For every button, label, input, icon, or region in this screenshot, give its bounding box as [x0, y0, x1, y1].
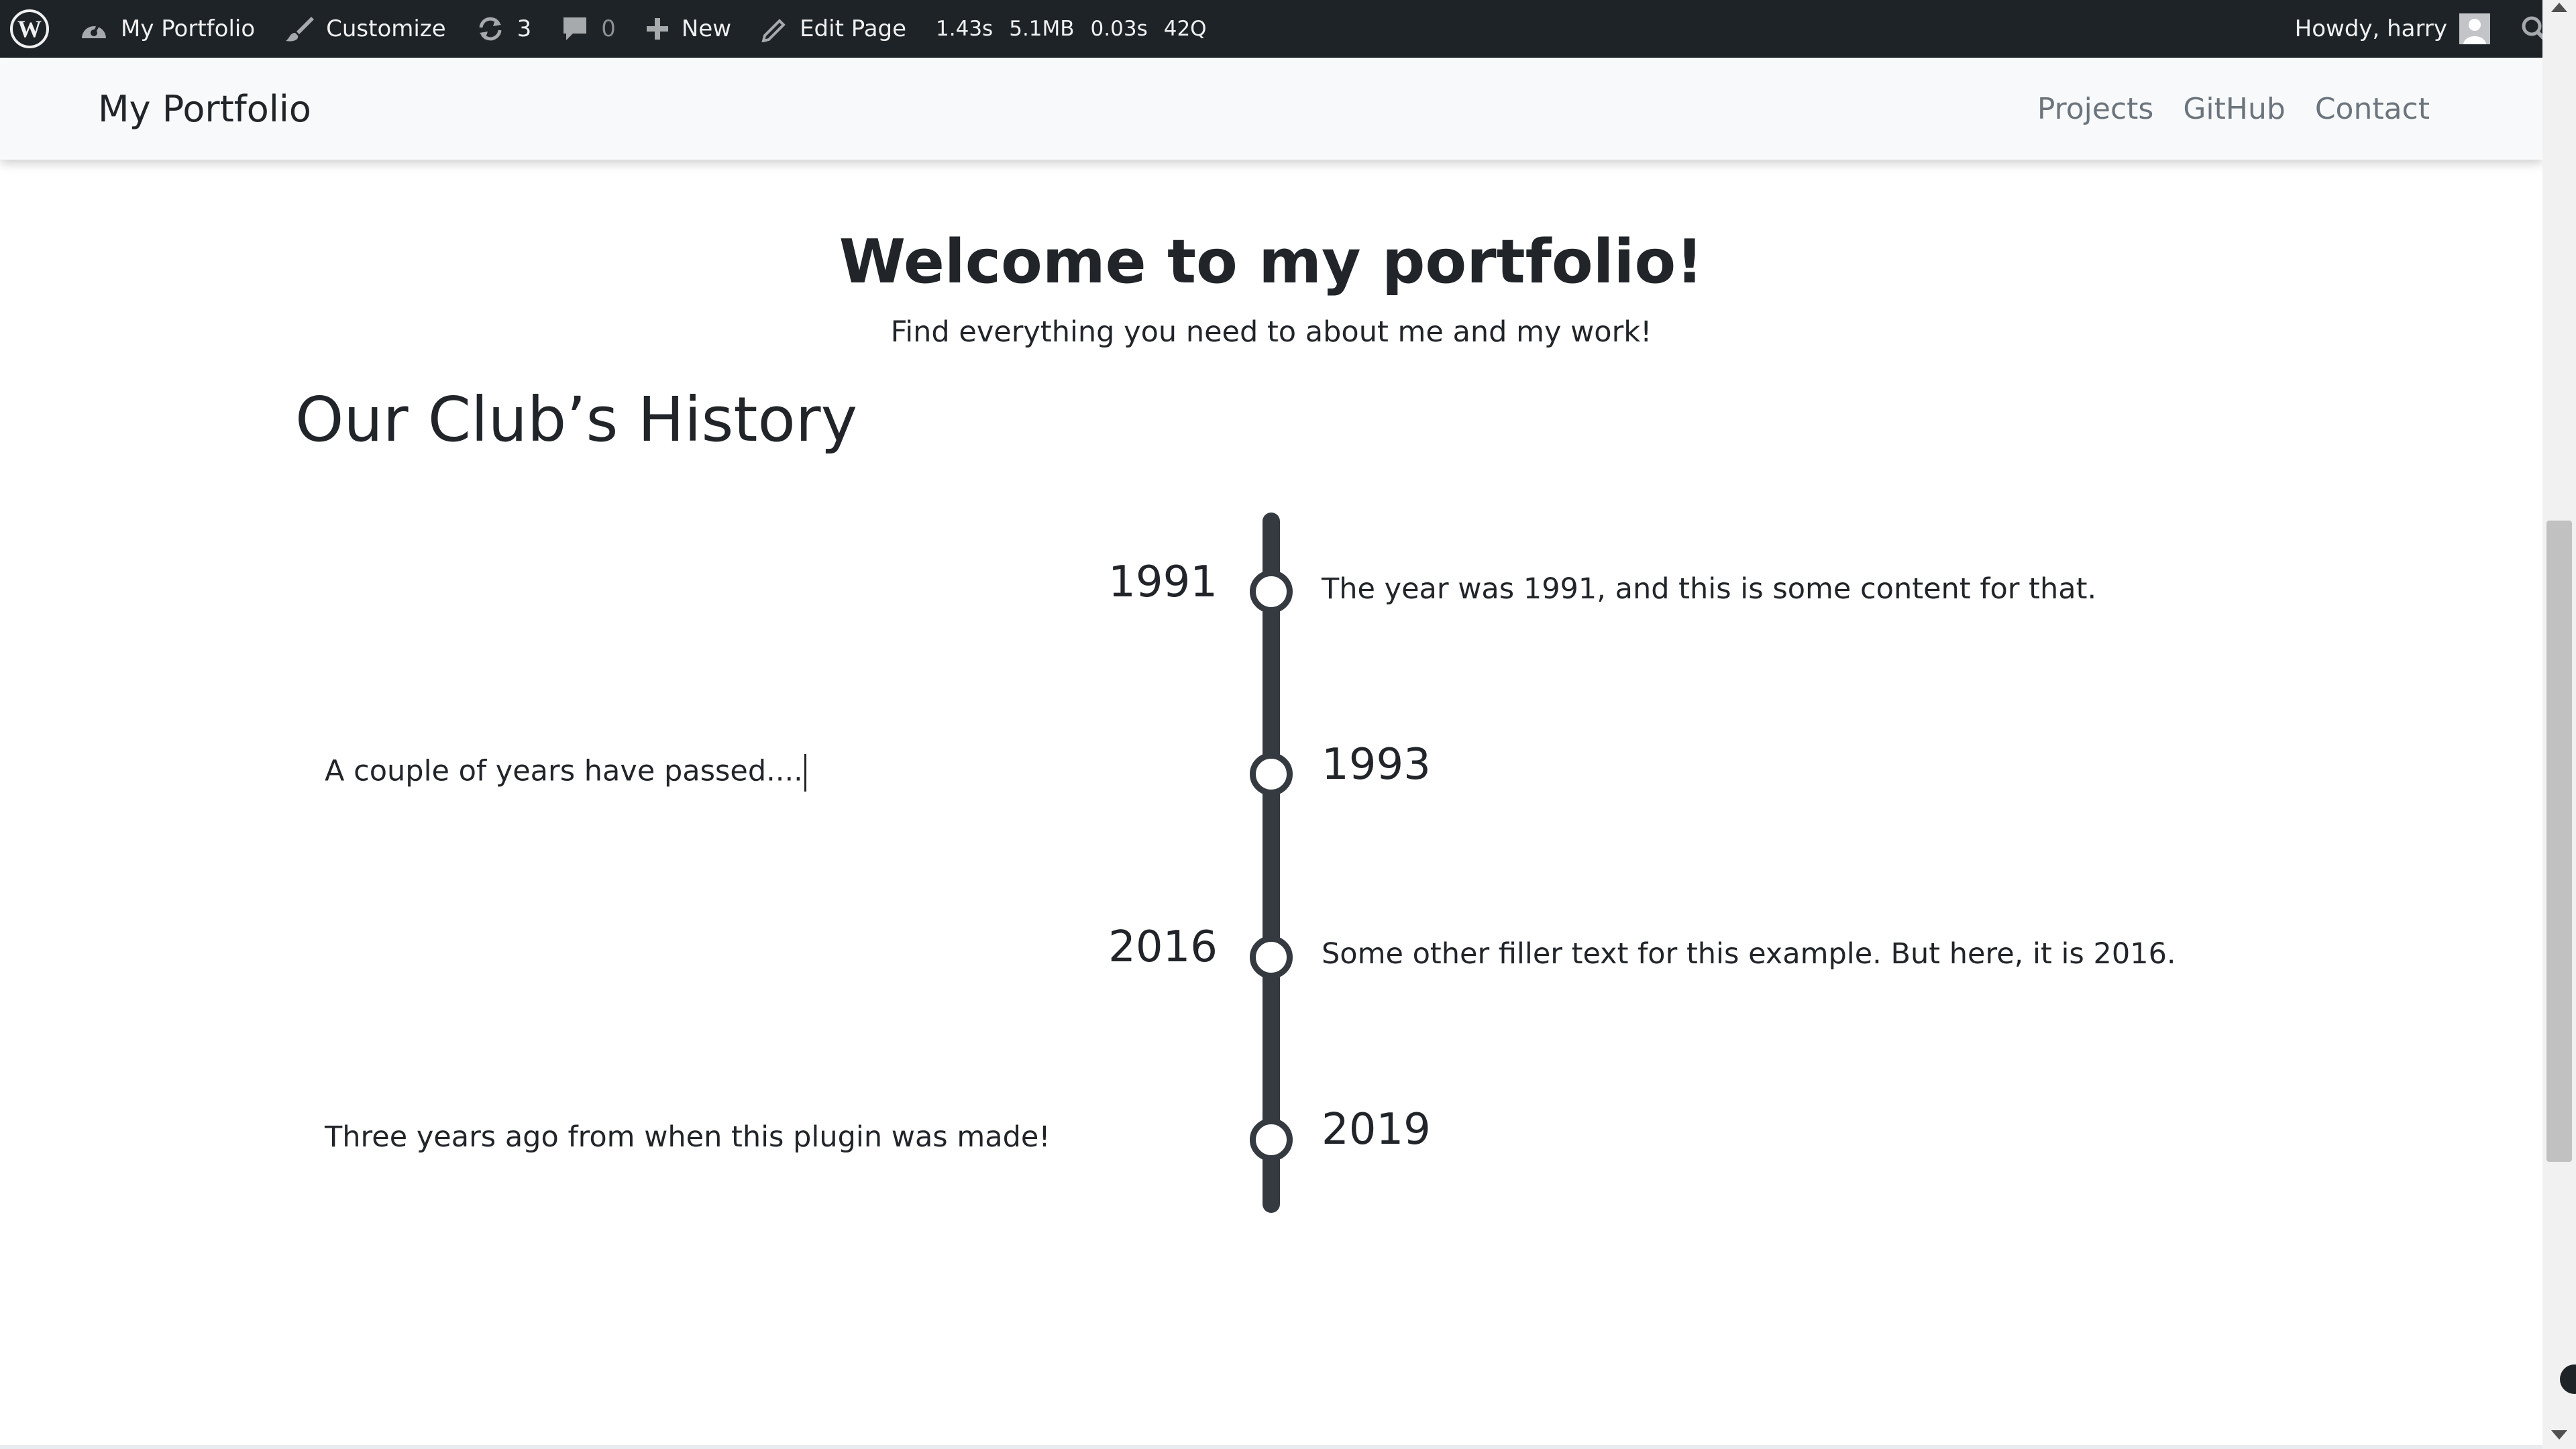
- scrollbar-thumb[interactable]: [2546, 521, 2572, 1162]
- site-name-menu[interactable]: My Portfolio: [64, 0, 270, 58]
- plus-icon: [645, 17, 669, 41]
- site-name-label: My Portfolio: [121, 15, 256, 42]
- section-title: Our Club’s History: [295, 384, 858, 455]
- timeline-node: [1250, 936, 1293, 979]
- text-cursor: [804, 754, 806, 792]
- paintbrush-icon: [284, 14, 315, 44]
- updates-link[interactable]: 3: [461, 0, 547, 58]
- dashboard-icon: [79, 15, 109, 42]
- nav-contact[interactable]: Contact: [2315, 92, 2430, 126]
- vertical-scrollbar[interactable]: [2542, 0, 2576, 1449]
- svg-text:W: W: [17, 15, 42, 42]
- timeline-text: A couple of years have passed....: [325, 754, 803, 788]
- edit-page-label: Edit Page: [800, 15, 907, 42]
- updates-icon: [476, 14, 505, 44]
- query-monitor-stats[interactable]: 1.43s 5.1MB 0.03s 42Q: [921, 0, 1222, 58]
- qm-memory: 5.1MB: [1009, 17, 1075, 41]
- my-account-menu[interactable]: Howdy, harry: [2280, 0, 2505, 58]
- timeline-text-editing[interactable]: A couple of years have passed....: [325, 754, 806, 792]
- new-label: New: [681, 15, 732, 42]
- edit-page-link[interactable]: Edit Page: [746, 0, 921, 58]
- new-content-menu[interactable]: New: [631, 0, 746, 58]
- customize-label: Customize: [326, 15, 446, 42]
- admin-bar: W My Portfolio Customize 3 0 New Edit Pa…: [0, 0, 2576, 58]
- comments-link[interactable]: 0: [546, 0, 631, 58]
- pencil-icon: [761, 15, 788, 42]
- avatar: [2459, 13, 2490, 44]
- comment-icon: [561, 15, 589, 43]
- timeline-year: 1993: [1322, 740, 1431, 790]
- timeline-text: Some other filler text for this example.…: [1322, 937, 2176, 971]
- main-nav: Projects GitHub Contact: [2008, 92, 2430, 126]
- qm-time: 1.43s: [936, 17, 994, 41]
- nav-github[interactable]: GitHub: [2183, 92, 2285, 126]
- customize-link[interactable]: Customize: [270, 0, 460, 58]
- page-subtitle: Find everything you need to about me and…: [890, 315, 1652, 349]
- page-bottom-edge: [0, 1445, 2542, 1449]
- scroll-down-arrow-icon[interactable]: [2551, 1430, 2567, 1440]
- comments-count: 0: [601, 15, 616, 42]
- scroll-up-arrow-icon[interactable]: [2551, 3, 2567, 12]
- timeline-text: The year was 1991, and this is some cont…: [1322, 572, 2097, 606]
- qm-db-time: 0.03s: [1090, 17, 1148, 41]
- howdy-label: Howdy, harry: [2294, 15, 2447, 42]
- timeline-node: [1250, 1118, 1293, 1161]
- timeline-line: [1263, 513, 1280, 1213]
- page-title: Welcome to my portfolio!: [839, 227, 1704, 297]
- site-brand[interactable]: My Portfolio: [98, 88, 311, 130]
- qm-queries: 42Q: [1163, 17, 1207, 41]
- timeline-node: [1250, 753, 1293, 796]
- timeline-year: 2016: [1108, 922, 1218, 972]
- site-header: My Portfolio Projects GitHub Contact: [0, 58, 2542, 160]
- wordpress-logo-icon[interactable]: W: [0, 0, 64, 58]
- timeline-text: Three years ago from when this plugin wa…: [325, 1120, 1051, 1154]
- nav-projects[interactable]: Projects: [2037, 92, 2153, 126]
- updates-count: 3: [517, 15, 532, 42]
- timeline-node: [1250, 570, 1293, 613]
- timeline-year: 1991: [1108, 557, 1218, 607]
- timeline-year: 2019: [1322, 1105, 1431, 1155]
- floating-widget-icon[interactable]: [2560, 1364, 2576, 1394]
